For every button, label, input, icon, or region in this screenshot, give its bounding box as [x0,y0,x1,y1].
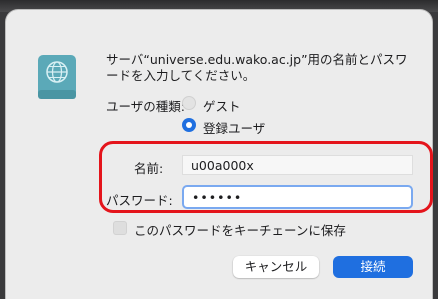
connect-button[interactable]: 接続 [333,256,413,278]
radio-registered-user-label[interactable]: 登録ユーザ [203,118,265,137]
radio-guest-label[interactable]: ゲスト [203,96,241,115]
server-prompt-text: サーバ“universe.edu.wako.ac.jp”用の名前とパスワードを入… [106,52,408,83]
cancel-button[interactable]: キャンセル [233,256,319,278]
password-label: パスワード: [106,193,173,208]
name-label: 名前: [134,161,164,176]
network-volume-icon [38,55,76,99]
keychain-checkbox-label[interactable]: このパスワードをキーチェーンに保存 [134,220,346,239]
password-input[interactable]: •••••• [182,185,413,209]
user-type-label: ユーザの種類: [106,99,185,114]
name-input[interactable]: u00a000x [182,155,413,175]
radio-guest[interactable] [182,96,196,110]
keychain-checkbox[interactable] [113,221,127,235]
radio-registered-user[interactable] [182,118,196,132]
